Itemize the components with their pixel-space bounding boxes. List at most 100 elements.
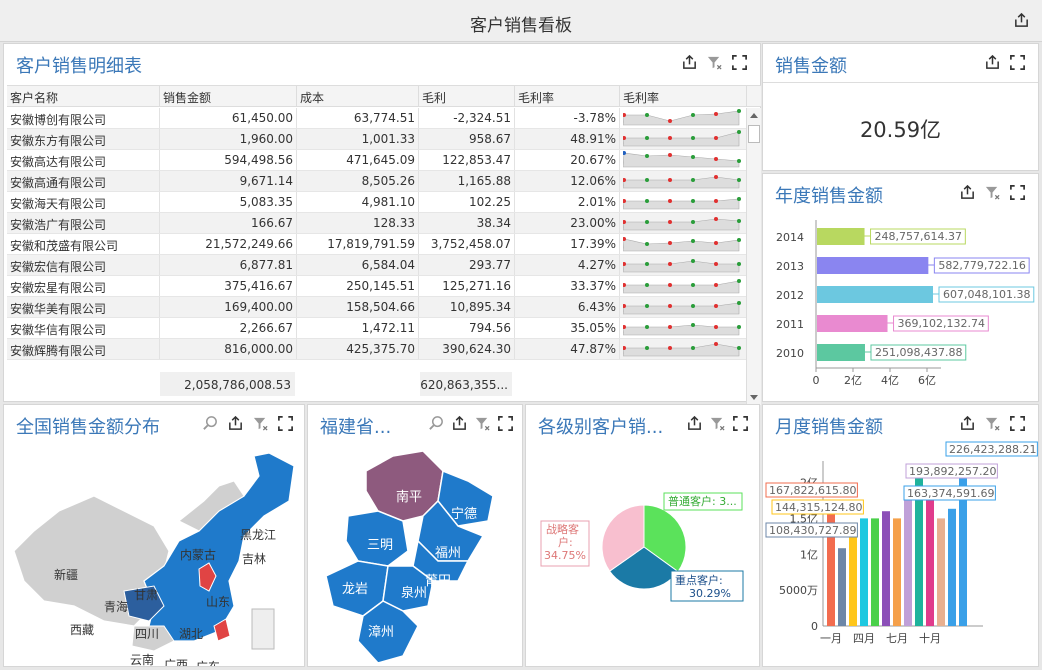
table-row[interactable]: 安徽辉腾有限公司 816,000.00 425,375.70 390,624.30 47…: [7, 339, 747, 360]
fullscreen-icon[interactable]: [1009, 54, 1026, 71]
panel-title: 月度销售金额: [775, 417, 883, 438]
scroll-up-icon[interactable]: [749, 111, 759, 119]
china-map-panel: 全国销售金额分布 黑龙江 吉林 内蒙古 新疆 甘肃 青海 山东 西藏 四川 湖北…: [3, 404, 305, 667]
cell-cost: 158,504.66: [297, 297, 419, 317]
export-icon[interactable]: [959, 184, 976, 201]
data-label: 193,892,257.20: [909, 465, 996, 478]
bar: [926, 489, 934, 626]
data-label: 607,048,101.38: [943, 288, 1030, 301]
map-label: 黑龙江: [240, 528, 276, 542]
table-row[interactable]: 安徽宏信有限公司 6,877.81 6,584.04 293.77 4.27%: [7, 255, 747, 276]
filter-clear-icon[interactable]: [474, 415, 491, 432]
cell-name: 安徽辉腾有限公司: [7, 339, 160, 359]
scroll-down-icon[interactable]: [749, 394, 759, 402]
tick-label: 十月: [919, 631, 941, 645]
column-header[interactable]: 毛利率: [620, 86, 747, 106]
data-label: 163,374,591.69: [907, 487, 994, 500]
table-row[interactable]: 安徽华美有限公司 169,400.00 158,504.66 10,895.34 6.4…: [7, 297, 747, 318]
column-header[interactable]: 毛利: [419, 86, 515, 106]
filter-clear-icon[interactable]: [709, 415, 726, 432]
fullscreen-icon[interactable]: [497, 415, 514, 432]
map-label: 宁德: [451, 506, 477, 522]
export-icon[interactable]: [227, 415, 244, 432]
filter-clear-icon[interactable]: [984, 415, 1001, 432]
panel-title: 客户销售明细表: [16, 56, 142, 77]
export-icon[interactable]: [686, 415, 703, 432]
table-row[interactable]: 安徽华信有限公司 2,266.67 1,472.11 794.56 35.05%: [7, 318, 747, 339]
map-label: 泉州: [401, 585, 427, 601]
sum-sales: 2,058,786,008.53: [160, 372, 295, 396]
map-label: 漳州: [368, 624, 394, 640]
fullscreen-icon[interactable]: [731, 54, 748, 71]
table-row[interactable]: 安徽宏星有限公司 375,416.67 250,145.51 125,271.16 33…: [7, 276, 747, 297]
zoom-icon[interactable]: [428, 415, 445, 432]
vertical-scrollbar[interactable]: [746, 108, 761, 405]
cell-name: 安徽浩广有限公司: [7, 213, 160, 233]
panel-title: 年度销售金额: [775, 186, 883, 207]
table-row[interactable]: 安徽浩广有限公司 166.67 128.33 38.34 23.00%: [7, 213, 747, 234]
bar: [817, 228, 865, 245]
cell-name: 安徽宏信有限公司: [7, 255, 160, 275]
fullscreen-icon[interactable]: [732, 415, 749, 432]
cell-rate: 48.91%: [515, 129, 620, 149]
column-header[interactable]: 成本: [297, 86, 419, 106]
data-label: 108,430,727.89: [769, 524, 856, 537]
cell-profit: 390,624.30: [419, 339, 515, 359]
tick-label: 2014: [776, 231, 804, 244]
sum-profit: 620,863,355...: [420, 372, 512, 396]
column-header[interactable]: 毛利率: [515, 86, 620, 106]
table-row[interactable]: 安徽东方有限公司 1,960.00 1,001.33 958.67 48.91%: [7, 129, 747, 150]
bar: [860, 518, 868, 626]
sparkline: [620, 129, 747, 149]
cell-profit: 10,895.34: [419, 297, 515, 317]
table-body: 安徽博创有限公司 61,450.00 63,774.51 -2,324.51 -3.78…: [7, 108, 747, 360]
cell-cost: 17,819,791.59: [297, 234, 419, 254]
tick-label: 四月: [853, 632, 875, 645]
zoom-icon[interactable]: [202, 415, 219, 432]
column-header[interactable]: 销售金额: [160, 86, 297, 106]
cell-cost: 8,505.26: [297, 171, 419, 191]
tick-label: 0: [811, 620, 818, 633]
sparkline: [620, 234, 747, 254]
tick-label: 2010: [776, 347, 804, 360]
cell-rate: 20.67%: [515, 150, 620, 170]
cell-sales: 169,400.00: [160, 297, 297, 317]
export-icon[interactable]: [451, 415, 468, 432]
fullscreen-icon[interactable]: [1009, 415, 1026, 432]
fujian-map[interactable]: 南平 宁德 三明 福州 龙岩 莆田 泉州 漳州: [308, 441, 522, 666]
data-label: 战略客: [546, 522, 579, 536]
fullscreen-icon[interactable]: [1009, 184, 1026, 201]
annual-sales-panel: 年度销售金额 2014 248,757,614.37 2013 582,779,722…: [762, 173, 1039, 402]
panel-title: 全国销售金额分布: [16, 417, 160, 438]
cell-sales: 594,498.56: [160, 150, 297, 170]
cell-cost: 471,645.09: [297, 150, 419, 170]
cell-name: 安徽华信有限公司: [7, 318, 160, 338]
table-row[interactable]: 安徽博创有限公司 61,450.00 63,774.51 -2,324.51 -3.78…: [7, 108, 747, 129]
column-header[interactable]: 客户名称: [7, 86, 160, 106]
cell-rate: 6.43%: [515, 297, 620, 317]
map-label: 吉林: [242, 552, 266, 566]
filter-clear-icon[interactable]: [252, 415, 269, 432]
cell-name: 安徽和茂盛有限公司: [7, 234, 160, 254]
filter-clear-icon[interactable]: [706, 54, 723, 71]
table-row[interactable]: 安徽海天有限公司 5,083.35 4,981.10 102.25 2.01%: [7, 192, 747, 213]
china-map[interactable]: 黑龙江 吉林 内蒙古 新疆 甘肃 青海 山东 西藏 四川 湖北 云南 广西 广东: [4, 441, 304, 666]
bar: [838, 548, 846, 626]
table-row[interactable]: 安徽高达有限公司 594,498.56 471,645.09 122,853.47 20…: [7, 150, 747, 171]
data-label: 重点客户:: [675, 573, 723, 587]
map-label: 龙岩: [342, 582, 368, 597]
export-icon[interactable]: [1013, 12, 1030, 29]
export-icon[interactable]: [959, 415, 976, 432]
sparkline: [620, 255, 747, 275]
filter-clear-icon[interactable]: [984, 184, 1001, 201]
table-row[interactable]: 安徽高通有限公司 9,671.14 8,505.26 1,165.88 12.06%: [7, 171, 747, 192]
fullscreen-icon[interactable]: [277, 415, 294, 432]
data-label: 30.29%: [689, 587, 731, 600]
table-row[interactable]: 安徽和茂盛有限公司 21,572,249.66 17,819,791.59 3,752…: [7, 234, 747, 255]
south-sea-inset: [251, 608, 275, 650]
export-icon[interactable]: [984, 54, 1001, 71]
sparkline: [620, 192, 747, 212]
export-icon[interactable]: [681, 54, 698, 71]
cell-sales: 21,572,249.66: [160, 234, 297, 254]
annual-bar-chart: 2014 248,757,614.37 2013 582,779,722.16 2012…: [776, 220, 1035, 387]
